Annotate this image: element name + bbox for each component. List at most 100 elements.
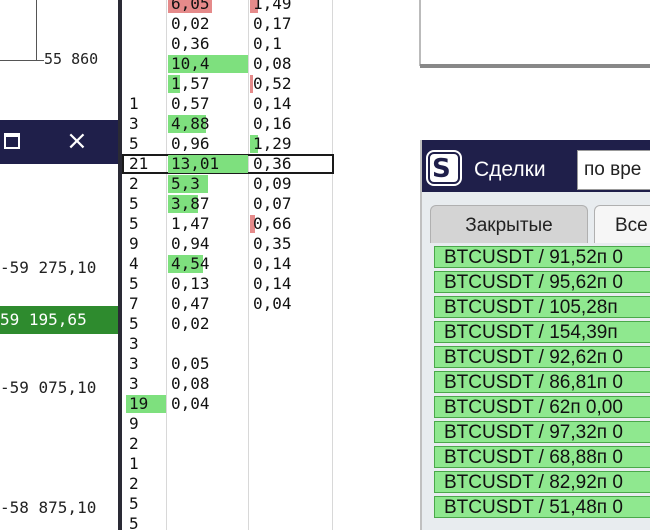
order-book-row[interactable]: 3 4,88 0,16 bbox=[122, 114, 334, 134]
order-book-value: 4,88 bbox=[171, 114, 210, 133]
order-book-cell bbox=[126, 0, 166, 14]
order-book-value bbox=[250, 474, 253, 493]
order-book-cell bbox=[126, 54, 166, 74]
order-book-row[interactable]: 0,36 0,1 bbox=[122, 34, 334, 54]
order-book-value: 1,29 bbox=[253, 134, 292, 153]
order-book-row[interactable]: 9 bbox=[122, 414, 334, 434]
order-book-row[interactable]: 4 4,54 0,14 bbox=[122, 254, 334, 274]
order-book-row[interactable]: 5 0,13 0,14 bbox=[122, 274, 334, 294]
order-book-row[interactable]: 1 bbox=[122, 454, 334, 474]
order-book-value bbox=[168, 414, 171, 433]
order-book-cell bbox=[168, 334, 248, 354]
order-book-value: 0,47 bbox=[171, 294, 210, 313]
order-book-value: 1 bbox=[129, 94, 139, 113]
order-book-cell: 0,66 bbox=[250, 214, 334, 234]
trade-row[interactable]: BTCUSDT / 86,81п 0 bbox=[434, 371, 650, 393]
order-book-value: 19 bbox=[129, 394, 149, 413]
order-book-value: 5 bbox=[129, 494, 139, 513]
order-book-cell bbox=[250, 494, 334, 514]
panel-divider bbox=[419, 0, 421, 66]
tab-closed[interactable]: Закрытые bbox=[430, 205, 588, 243]
trade-row[interactable]: BTCUSDT / 68,88п 0 bbox=[434, 446, 650, 468]
order-book-cell: 0,1 bbox=[250, 34, 334, 54]
order-book-row[interactable]: 2 5,3 0,09 bbox=[122, 174, 334, 194]
order-book-row[interactable]: 5 0,02 bbox=[122, 314, 334, 334]
order-book-row[interactable]: 1 0,57 0,14 bbox=[122, 94, 334, 114]
chart-line bbox=[36, 0, 37, 60]
order-book-cell: 5,3 bbox=[168, 174, 248, 194]
order-book-cell: 2 bbox=[126, 434, 166, 454]
trade-row[interactable]: BTCUSDT / 105,28п bbox=[434, 296, 650, 318]
close-icon[interactable]: × bbox=[66, 126, 88, 156]
order-book-cell: 0,36 bbox=[168, 34, 248, 54]
order-book-row[interactable]: 9 0,94 0,35 bbox=[122, 234, 334, 254]
sort-select[interactable]: по вре bbox=[577, 150, 650, 190]
order-book-row[interactable]: 3 bbox=[122, 334, 334, 354]
order-book-value: 0,36 bbox=[253, 154, 292, 173]
order-book-cell: 0,05 bbox=[168, 354, 248, 374]
order-book: 6,05 1,49 0,02 0,17 0,36 0,1 10,4 0,08 1,57 0,52 1… bbox=[122, 0, 334, 530]
order-book-value: 1,47 bbox=[171, 214, 210, 233]
order-book-row[interactable]: 5 1,47 0,66 bbox=[122, 214, 334, 234]
panel-splitter[interactable] bbox=[420, 64, 650, 68]
order-book-row[interactable]: 2 bbox=[122, 474, 334, 494]
trade-row[interactable]: BTCUSDT / 154,39п bbox=[434, 321, 650, 343]
order-book-cell: 1,49 bbox=[250, 0, 334, 14]
order-book-cell: 0,02 bbox=[168, 14, 248, 34]
order-book-row[interactable]: 3 0,05 bbox=[122, 354, 334, 374]
order-book-row[interactable]: 10,4 0,08 bbox=[122, 54, 334, 74]
order-book-value: 9 bbox=[129, 414, 139, 433]
order-book-row[interactable]: 5 bbox=[122, 494, 334, 514]
order-book-value: 0,13 bbox=[171, 274, 210, 293]
trade-row[interactable]: BTCUSDT / 62п 0,00 bbox=[434, 396, 650, 418]
order-book-cell bbox=[168, 494, 248, 514]
order-book-cell: 4,54 bbox=[168, 254, 248, 274]
order-book-value: 13,01 bbox=[171, 154, 220, 173]
order-book-value: 5 bbox=[129, 514, 139, 530]
trade-row[interactable]: BTCUSDT / 95,62п 0 bbox=[434, 271, 650, 293]
price-level-label: 55 860 bbox=[44, 50, 99, 68]
trade-row[interactable]: BTCUSDT / 51,48п 0 bbox=[434, 496, 650, 518]
order-book-cell: 5 bbox=[126, 194, 166, 214]
order-book-value bbox=[168, 514, 171, 530]
order-book-row[interactable]: 3 0,08 bbox=[122, 374, 334, 394]
order-book-cell: 9 bbox=[126, 234, 166, 254]
trade-row[interactable]: BTCUSDT / 92,62п 0 bbox=[434, 346, 650, 368]
order-book-value: 9 bbox=[129, 234, 139, 253]
order-book-row[interactable]: 2 bbox=[122, 434, 334, 454]
order-book-cell: 10,4 bbox=[168, 54, 248, 74]
order-book-row[interactable]: 1,57 0,52 bbox=[122, 74, 334, 94]
order-book-cell: 1 bbox=[126, 454, 166, 474]
order-book-row[interactable]: 5 bbox=[122, 514, 334, 530]
order-book-cell: 1,57 bbox=[168, 74, 248, 94]
order-book-cell: 1,29 bbox=[250, 134, 334, 154]
order-book-row[interactable]: 5 3,87 0,07 bbox=[122, 194, 334, 214]
order-book-row[interactable]: 0,02 0,17 bbox=[122, 14, 334, 34]
order-book-cell bbox=[250, 414, 334, 434]
order-book-row[interactable]: 19 0,04 bbox=[122, 394, 334, 414]
order-book-cell bbox=[250, 314, 334, 334]
order-book-value: 0,14 bbox=[253, 94, 292, 113]
trade-row[interactable]: BTCUSDT / 97,32п 0 bbox=[434, 421, 650, 443]
order-book-cell bbox=[250, 474, 334, 494]
trade-row[interactable]: BTCUSDT / 91,52п 0 bbox=[434, 246, 650, 268]
order-book-cell: 0,02 bbox=[168, 314, 248, 334]
order-book-row[interactable]: 6,05 1,49 bbox=[122, 0, 334, 14]
order-book-value bbox=[168, 454, 171, 473]
maximize-icon[interactable] bbox=[4, 133, 20, 149]
price-axis-label: -59 275,10 bbox=[0, 258, 97, 277]
order-book-row[interactable]: 5 0,96 1,29 bbox=[122, 134, 334, 154]
order-book-row[interactable]: 21 13,01 0,36 bbox=[122, 154, 334, 174]
order-book-value bbox=[250, 494, 253, 513]
trade-row[interactable]: BTCUSDT / 82,92п 0 bbox=[434, 471, 650, 493]
order-book-value: 10,4 bbox=[171, 54, 210, 73]
order-book-value: 5,3 bbox=[171, 174, 200, 193]
order-book-cell: 3,87 bbox=[168, 194, 248, 214]
order-book-value: 0,07 bbox=[253, 194, 292, 213]
tab-all[interactable]: Все bbox=[594, 205, 650, 243]
order-book-value: 3 bbox=[129, 374, 139, 393]
order-book-row[interactable]: 7 0,47 0,04 bbox=[122, 294, 334, 314]
order-book-value: 4,54 bbox=[171, 254, 210, 273]
order-book-value bbox=[250, 314, 253, 333]
order-book-value: 0,1 bbox=[253, 34, 282, 53]
